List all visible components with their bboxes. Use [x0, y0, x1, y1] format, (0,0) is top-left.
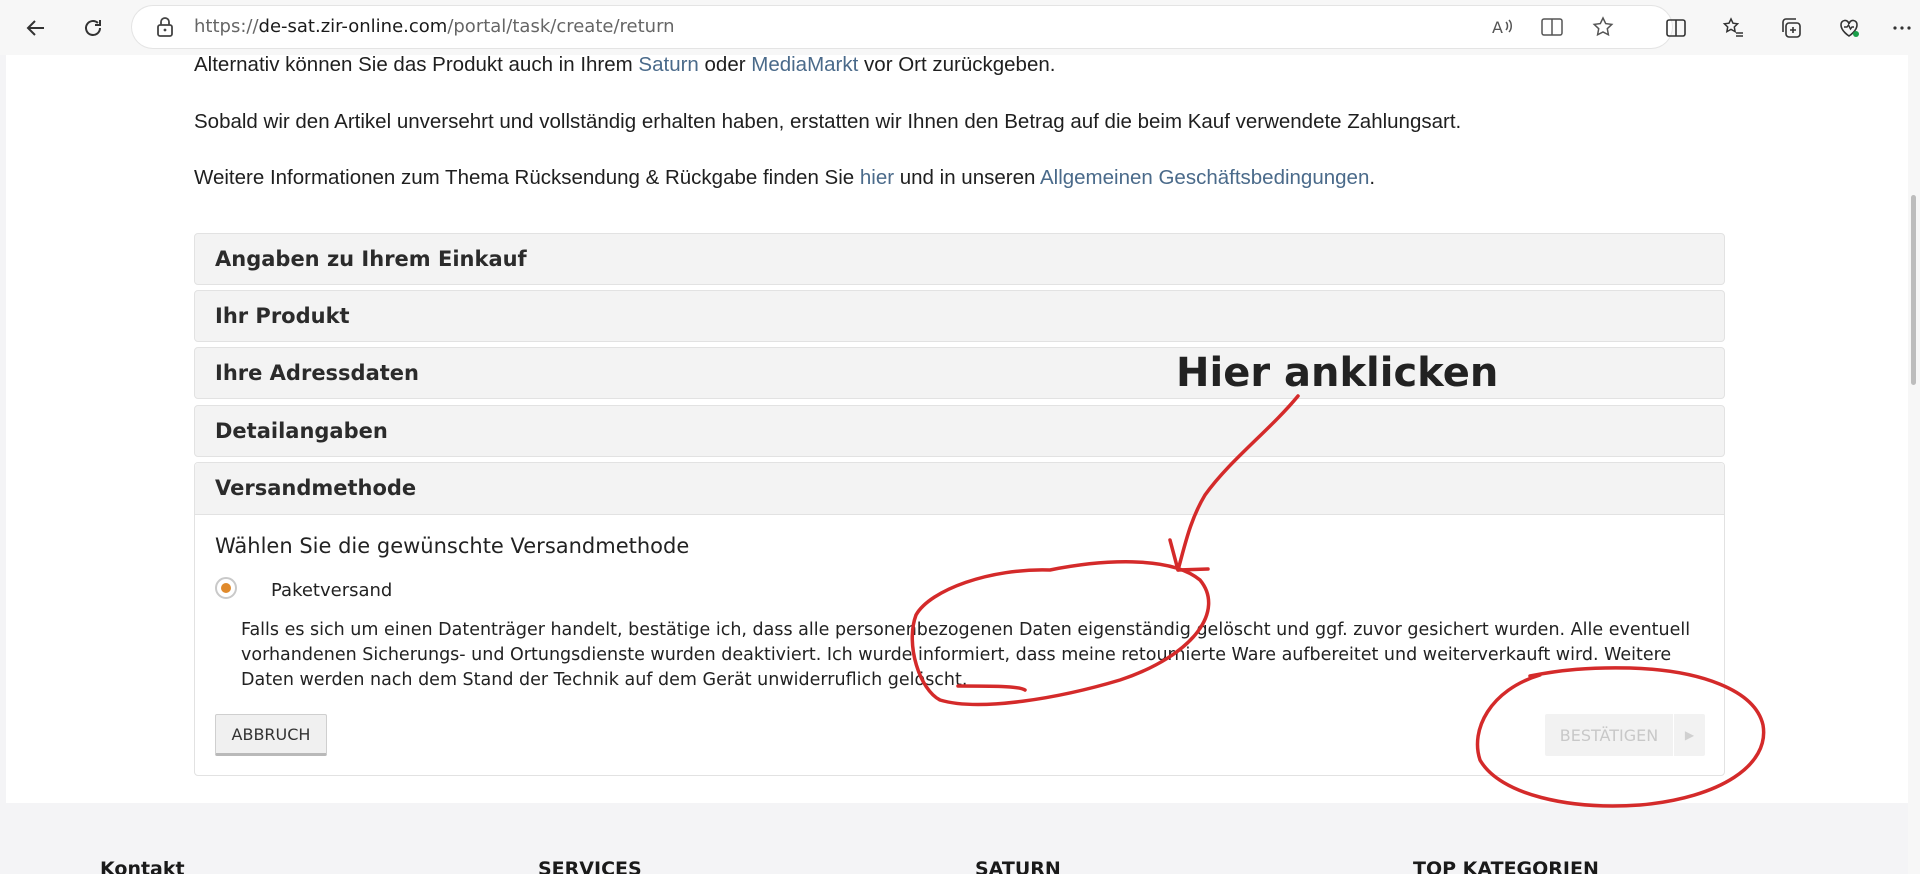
- parcel-shipping-radio[interactable]: [215, 577, 237, 599]
- terms-link[interactable]: Allgemeinen Geschäftsbedingungen: [1040, 166, 1369, 189]
- svg-text:A: A: [1492, 18, 1503, 37]
- more-options-icon[interactable]: [1886, 12, 1918, 44]
- accordion-product[interactable]: Ihr Produkt: [194, 290, 1725, 342]
- immersive-reader-icon[interactable]: [1539, 14, 1565, 40]
- confirm-button-label: BESTÄTIGEN: [1559, 725, 1659, 745]
- accordion-title: Detailangaben: [215, 419, 388, 443]
- confirm-button[interactable]: BESTÄTIGEN ▶: [1545, 714, 1705, 756]
- scrollbar-thumb[interactable]: [1911, 195, 1916, 385]
- accordion-purchase-details[interactable]: Angaben zu Ihrem Einkauf: [194, 233, 1725, 285]
- cancel-button[interactable]: ABBRUCH: [215, 714, 327, 756]
- footer-heading-contact: Kontakt: [100, 858, 185, 874]
- saturn-link[interactable]: Saturn: [638, 53, 698, 76]
- split-screen-icon[interactable]: [1660, 12, 1692, 44]
- footer-heading-saturn: SATURN: [975, 858, 1061, 874]
- data-deletion-disclaimer: Falls es sich um einen Datenträger hande…: [241, 620, 1691, 690]
- intro-line-more-info: Weitere Informationen zum Thema Rücksend…: [194, 166, 1376, 189]
- shipping-method-panel: Versandmethode Wählen Sie die gewünschte…: [194, 462, 1725, 776]
- read-aloud-icon[interactable]: A: [1490, 14, 1516, 40]
- back-icon[interactable]: [20, 12, 52, 44]
- accordion-title: Versandmethode: [215, 476, 417, 500]
- annotation-text: Hier anklicken: [1176, 350, 1499, 396]
- footer-heading-services: SERVICES: [538, 858, 642, 874]
- collections-icon[interactable]: [1775, 12, 1807, 44]
- intro-line-refund: Sobald wir den Artikel unversehrt und vo…: [194, 110, 1462, 133]
- browser-toolbar: https://de-sat.zir-online.com/portal/tas…: [0, 0, 1920, 55]
- refresh-icon[interactable]: [77, 12, 109, 44]
- favorites-list-icon[interactable]: [1717, 12, 1749, 44]
- address-bar[interactable]: https://de-sat.zir-online.com/portal/tas…: [132, 6, 1672, 48]
- play-arrow-icon: ▶: [1673, 714, 1705, 756]
- shipping-method-header[interactable]: Versandmethode: [195, 463, 1724, 515]
- favorite-star-icon[interactable]: [1590, 14, 1616, 40]
- accordion-details[interactable]: Detailangaben: [194, 405, 1725, 457]
- page-scrollbar[interactable]: [1908, 55, 1920, 874]
- accordion-title: Ihr Produkt: [215, 304, 350, 328]
- mediamarkt-link[interactable]: MediaMarkt: [751, 53, 858, 76]
- footer-heading-top-categories: TOP KATEGORIEN: [1413, 858, 1599, 874]
- accordion-title: Ihre Adressdaten: [215, 361, 419, 385]
- lock-icon[interactable]: [152, 14, 178, 40]
- shipping-prompt: Wählen Sie die gewünschte Versandmethode: [215, 534, 690, 558]
- accordion-title: Angaben zu Ihrem Einkauf: [215, 247, 527, 271]
- info-here-link[interactable]: hier: [860, 166, 894, 189]
- browser-essentials-icon[interactable]: [1833, 12, 1865, 44]
- parcel-shipping-label[interactable]: Paketversand: [271, 580, 392, 601]
- address-url: https://de-sat.zir-online.com/portal/tas…: [194, 16, 675, 37]
- intro-line-store-return: Alternativ können Sie das Produkt auch i…: [194, 53, 1056, 76]
- radio-selected-dot: [221, 583, 231, 593]
